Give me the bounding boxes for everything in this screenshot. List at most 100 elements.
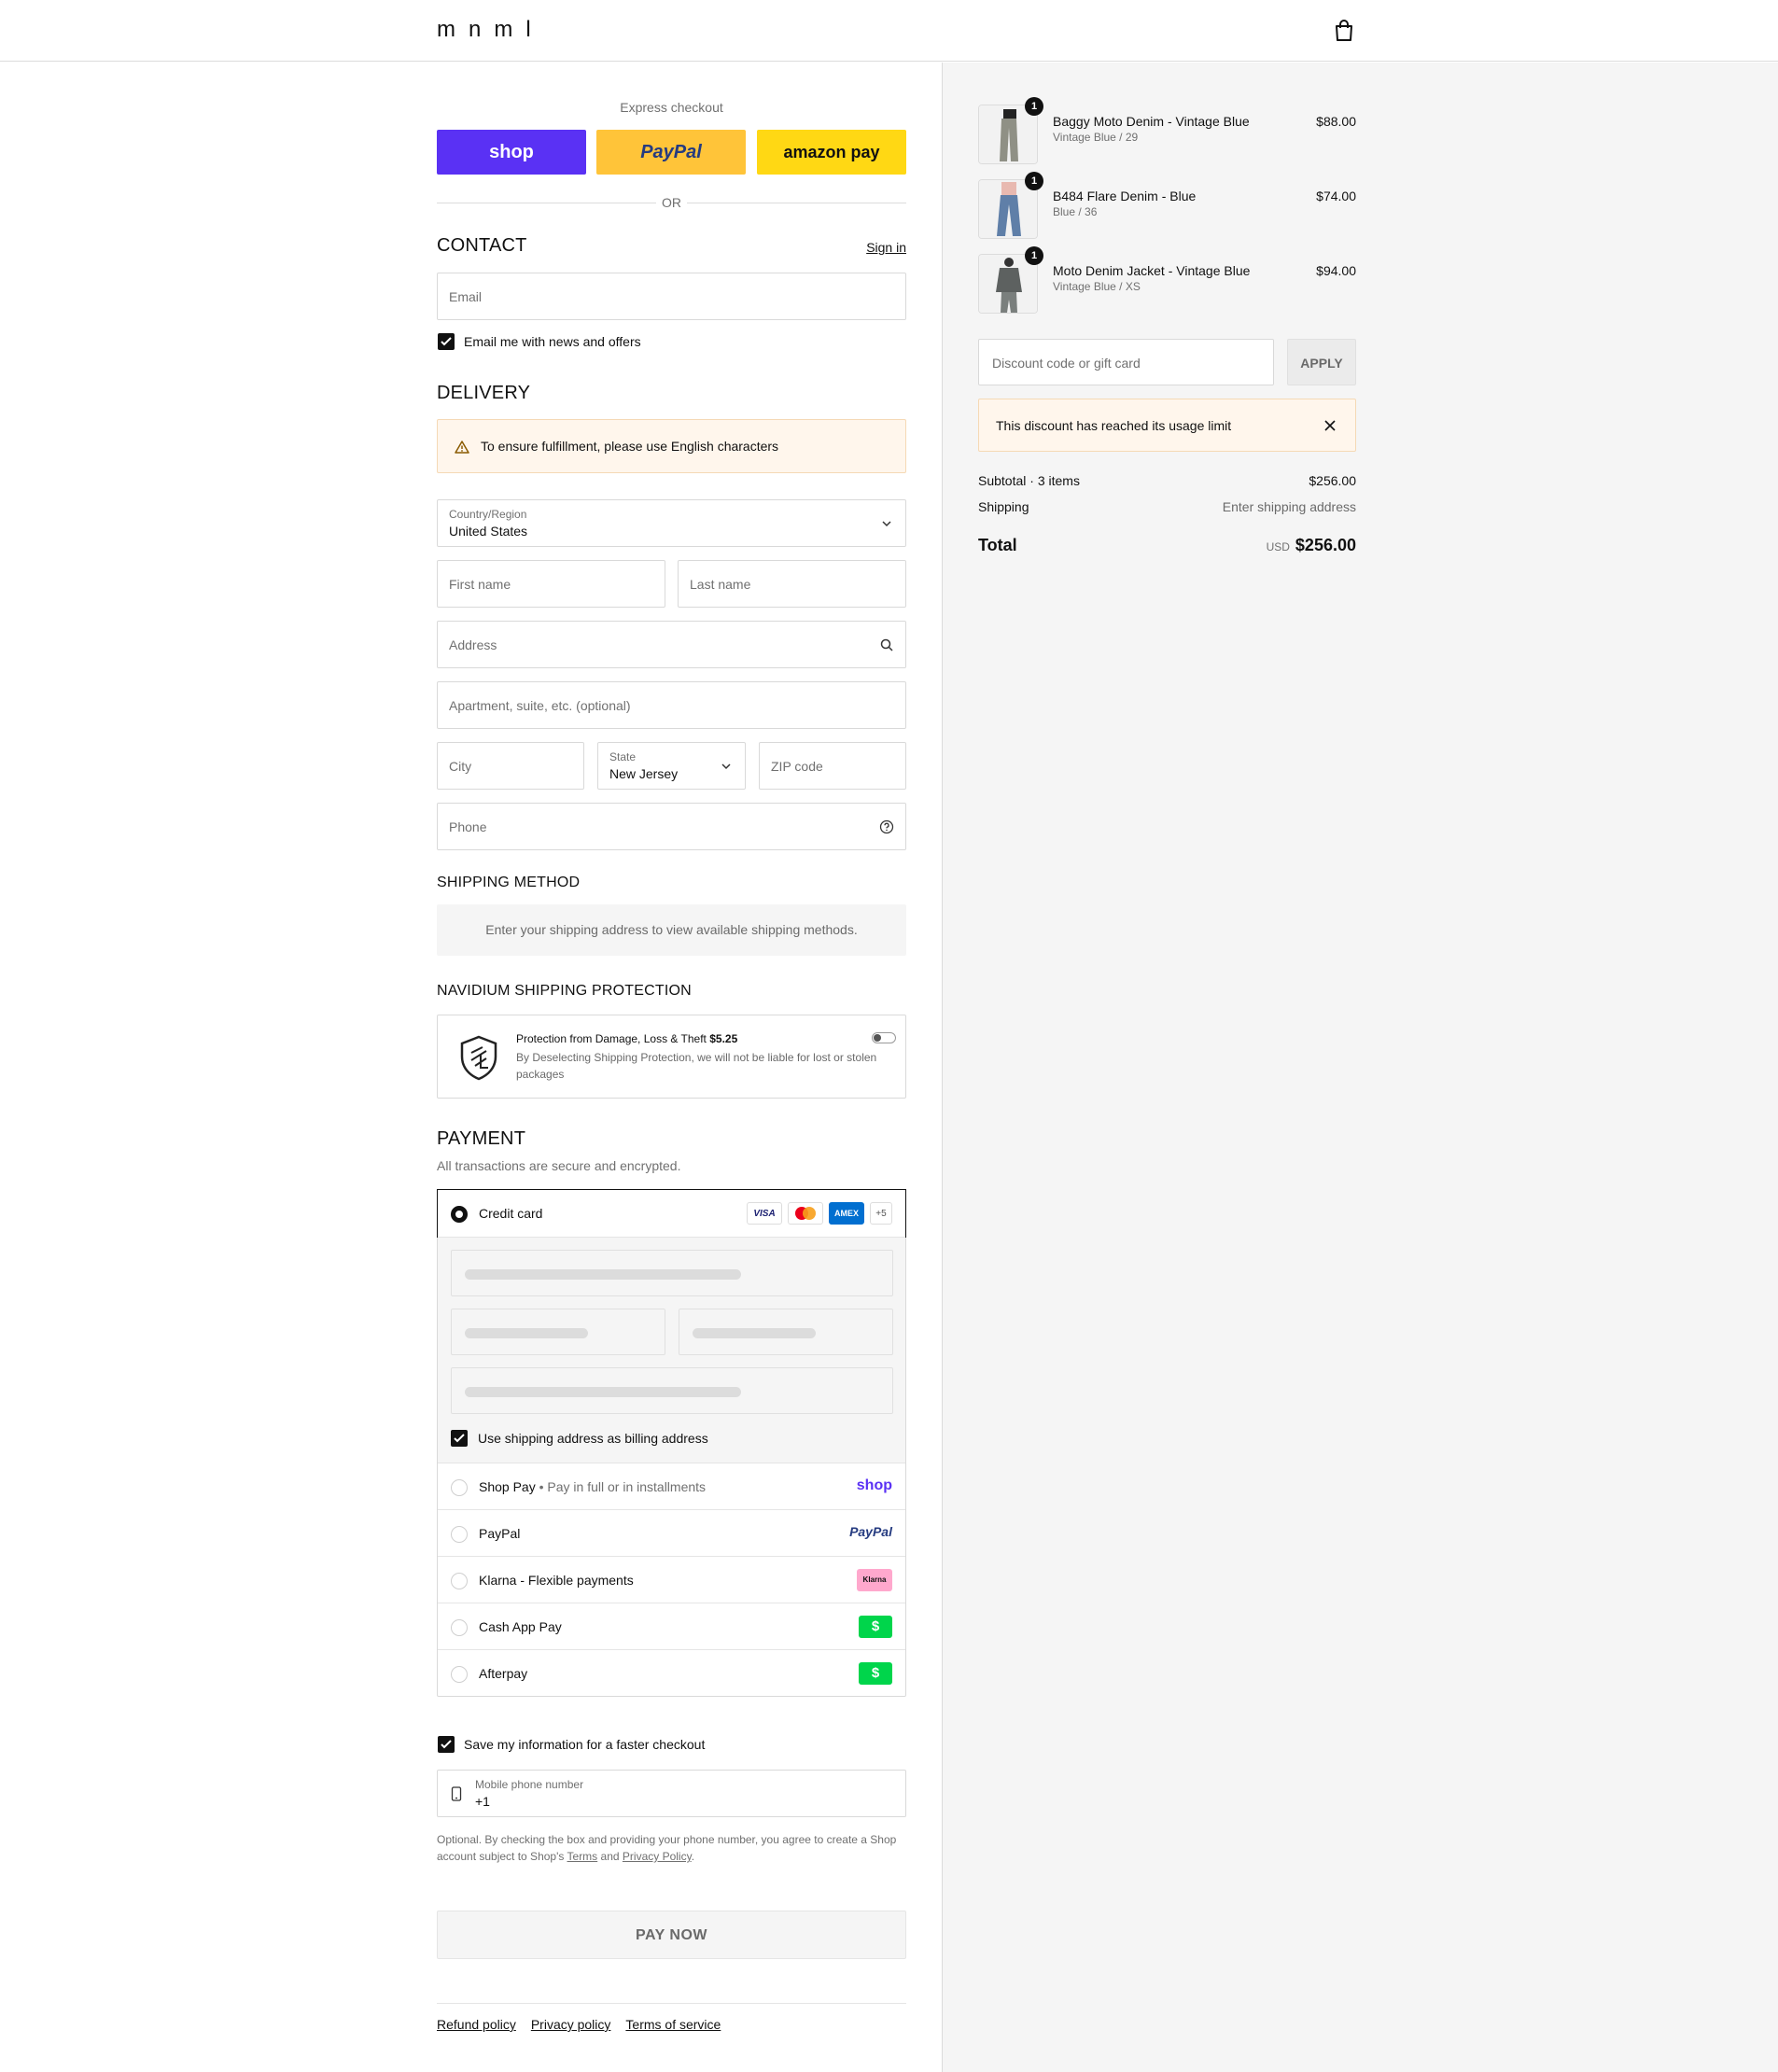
payment-title: PAYMENT <box>437 1128 526 1149</box>
refund-policy-link[interactable]: Refund policy <box>437 2017 516 2032</box>
item-price: $88.00 <box>1316 114 1356 129</box>
phone-field[interactable]: Phone <box>437 803 906 850</box>
pay-now-button[interactable]: PAY NOW <box>437 1911 906 1959</box>
visa-icon: VISA <box>747 1202 782 1225</box>
credit-card-radio[interactable] <box>451 1206 468 1223</box>
email-field[interactable]: Email <box>437 273 906 320</box>
mastercard-icon <box>788 1202 823 1225</box>
last-name-placeholder: Last name <box>690 577 751 592</box>
country-select[interactable]: Country/Region United States <box>437 499 906 547</box>
protection-toggle[interactable] <box>872 1032 896 1043</box>
card-number-field[interactable] <box>451 1250 893 1296</box>
payment-option-cash-app[interactable]: Cash App Pay $ <box>438 1603 905 1649</box>
save-info-checkbox[interactable] <box>438 1736 455 1753</box>
more-cards-badge: +5 <box>870 1202 892 1225</box>
discount-error-text: This discount has reached its usage limi… <box>996 418 1232 433</box>
help-icon[interactable] <box>879 819 894 834</box>
card-name-field[interactable] <box>451 1367 893 1414</box>
phone-placeholder: Phone <box>449 819 487 834</box>
payment-option-klarna[interactable]: Klarna - Flexible payments Klarna <box>438 1556 905 1603</box>
payment-option-credit-card[interactable]: Credit card VISA AMEX +5 <box>437 1189 906 1238</box>
close-icon[interactable] <box>1323 419 1337 432</box>
afterpay-logo: $ <box>859 1662 892 1685</box>
billing-same-checkbox[interactable] <box>451 1430 468 1447</box>
protection-title: NAVIDIUM SHIPPING PROTECTION <box>437 983 692 999</box>
save-info-label: Save my information for a faster checkou… <box>464 1737 706 1752</box>
card-form: Use shipping address as billing address <box>438 1237 905 1463</box>
terms-of-service-link[interactable]: Terms of service <box>625 2017 721 2032</box>
header: mnml <box>0 0 1778 62</box>
protection-price: $5.25 <box>709 1032 738 1045</box>
klarna-radio[interactable] <box>451 1573 468 1589</box>
shipping-protection-box: Protection from Damage, Loss & Theft $5.… <box>437 1015 906 1099</box>
or-label: OR <box>662 195 681 210</box>
protection-heading: Protection from Damage, Loss & Theft $5.… <box>516 1032 738 1045</box>
sign-in-link[interactable]: Sign in <box>866 240 906 255</box>
cash-app-label: Cash App Pay <box>479 1619 562 1634</box>
country-value: United States <box>449 524 528 539</box>
news-checkbox[interactable] <box>438 333 455 350</box>
shop-pay-radio[interactable] <box>451 1479 468 1496</box>
phone-icon <box>451 1786 462 1801</box>
english-characters-notice: To ensure fulfillment, please use Englis… <box>437 419 906 473</box>
address-field[interactable]: Address <box>437 621 906 668</box>
item-name: B484 Flare Denim - Blue <box>1053 189 1197 203</box>
paypal-express-button[interactable]: PayPal <box>596 130 746 175</box>
discount-error-notice: This discount has reached its usage limi… <box>978 399 1356 452</box>
item-price: $94.00 <box>1316 263 1356 278</box>
cash-app-logo: $ <box>859 1616 892 1638</box>
billing-same-label: Use shipping address as billing address <box>478 1431 708 1446</box>
card-cvv-field[interactable] <box>679 1309 893 1355</box>
zip-field[interactable]: ZIP code <box>759 742 906 790</box>
city-field[interactable]: City <box>437 742 584 790</box>
item-variant: Vintage Blue / XS <box>1053 280 1141 293</box>
notice-text: To ensure fulfillment, please use Englis… <box>481 439 779 454</box>
card-logos: VISA AMEX +5 <box>747 1202 892 1225</box>
cash-app-radio[interactable] <box>451 1619 468 1636</box>
amex-icon: AMEX <box>829 1202 864 1225</box>
shipping-method-title: SHIPPING METHOD <box>437 875 581 890</box>
shop-privacy-link[interactable]: Privacy Policy <box>623 1850 692 1863</box>
email-placeholder: Email <box>449 289 483 304</box>
mobile-phone-value: +1 <box>475 1794 490 1809</box>
apply-discount-button[interactable]: APPLY <box>1287 339 1356 385</box>
apartment-field[interactable]: Apartment, suite, etc. (optional) <box>437 681 906 729</box>
total-label: Total <box>978 536 1017 554</box>
item-name: Baggy Moto Denim - Vintage Blue <box>1053 114 1250 129</box>
mobile-phone-field[interactable]: Mobile phone number +1 <box>437 1770 906 1817</box>
shopping-bag-icon[interactable] <box>1333 19 1355 43</box>
last-name-field[interactable]: Last name <box>678 560 906 608</box>
cart-item: 1 Moto Denim Jacket - Vintage Blue Vinta… <box>978 246 1356 314</box>
shop-pay-express-button[interactable]: shop <box>437 130 586 175</box>
shipping-label: Shipping <box>978 499 1029 514</box>
shop-terms-link[interactable]: Terms <box>567 1850 598 1863</box>
privacy-policy-link[interactable]: Privacy policy <box>531 2017 611 2032</box>
warning-icon <box>455 441 469 454</box>
paypal-radio[interactable] <box>451 1526 468 1543</box>
total-value: $256.00 <box>1295 536 1356 554</box>
express-checkout-label: Express checkout <box>620 100 723 115</box>
card-expiry-field[interactable] <box>451 1309 665 1355</box>
payment-option-paypal[interactable]: PayPal PayPal <box>438 1509 905 1556</box>
item-variant: Blue / 36 <box>1053 205 1098 218</box>
state-select[interactable]: State New Jersey <box>597 742 746 790</box>
shipping-method-info: Enter your shipping address to view avai… <box>437 904 906 956</box>
shipping-value: Enter shipping address <box>1222 499 1356 514</box>
quantity-badge: 1 <box>1025 246 1043 265</box>
footer-links: Refund policy Privacy policy Terms of serv… <box>437 2017 735 2032</box>
first-name-field[interactable]: First name <box>437 560 665 608</box>
brand-logo[interactable]: mnml <box>437 17 544 43</box>
payment-option-shop-pay[interactable]: Shop Pay • Pay in full or in installment… <box>438 1463 905 1509</box>
amazon-pay-logo: amazon pay <box>783 142 880 161</box>
subtotal-label: Subtotal · 3 items <box>978 473 1080 488</box>
afterpay-radio[interactable] <box>451 1666 468 1683</box>
amazon-pay-express-button[interactable]: amazon pay <box>757 130 906 175</box>
news-label: Email me with news and offers <box>464 334 641 349</box>
discount-code-input[interactable]: Discount code or gift card <box>978 339 1274 385</box>
chevron-down-icon <box>721 763 731 770</box>
item-variant: Vintage Blue / 29 <box>1053 131 1139 144</box>
item-price: $74.00 <box>1316 189 1356 203</box>
payment-option-afterpay[interactable]: Afterpay $ <box>438 1649 905 1696</box>
credit-card-label: Credit card <box>479 1206 543 1221</box>
apartment-placeholder: Apartment, suite, etc. (optional) <box>449 698 631 713</box>
